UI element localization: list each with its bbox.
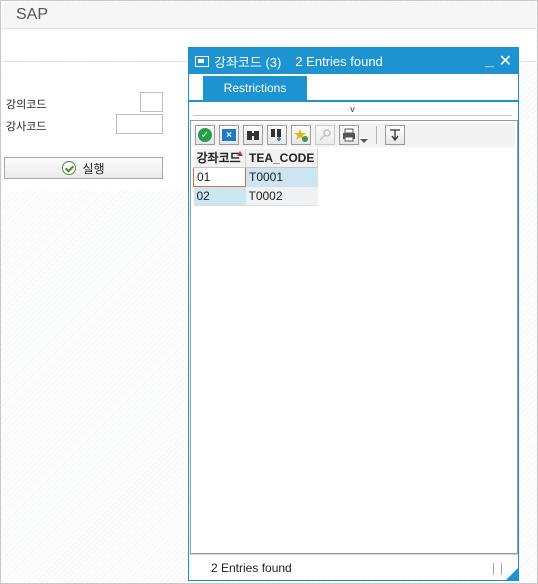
title-bar: SAP	[2, 2, 536, 29]
dialog-header: 강좌코드 (3) 2 Entries found _ ✕	[189, 48, 518, 74]
column-header-label: 강좌코드	[196, 151, 241, 166]
checkmark-icon: ✓	[198, 128, 212, 142]
key-button[interactable]	[315, 125, 335, 145]
app-title: SAP	[16, 6, 49, 23]
status-text: 2 Entries found	[211, 560, 292, 575]
results-table: 강좌코드 TEA_CODE 01 T0001 02 T0002	[193, 149, 319, 206]
instructor-code-input[interactable]	[116, 114, 163, 134]
sum-button[interactable]	[385, 125, 405, 145]
execute-button[interactable]: 실행	[4, 157, 163, 179]
execute-icon	[62, 161, 77, 175]
status-separator	[493, 563, 502, 575]
cancel-button[interactable]: ×	[219, 125, 239, 145]
collapse-toggle[interactable]: v	[193, 104, 512, 116]
confirm-button[interactable]: ✓	[195, 125, 215, 145]
sum-icon	[390, 129, 400, 142]
column-header-course-code[interactable]: 강좌코드	[193, 149, 246, 168]
table-cell[interactable]: T0002	[245, 186, 318, 206]
execute-label: 실행	[82, 161, 105, 176]
print-icon	[343, 128, 355, 142]
table-cell[interactable]: T0001	[245, 167, 318, 187]
find-next-button[interactable]	[267, 125, 287, 145]
lecture-code-label: 강의코드	[6, 99, 47, 111]
find-icon	[247, 131, 259, 140]
table-cell[interactable]: 02	[193, 186, 246, 206]
table-row[interactable]: 02 T0002	[193, 186, 318, 206]
key-icon	[319, 129, 331, 141]
toolbar-separator	[376, 126, 377, 144]
chevron-down-icon: v	[350, 104, 355, 114]
status-bar: 2 Entries found	[189, 554, 518, 580]
table-row[interactable]: 01 T0001	[193, 166, 318, 187]
close-icon[interactable]: ✕	[499, 51, 512, 71]
tab-restrictions[interactable]: Restrictions	[203, 76, 307, 100]
cancel-icon: ×	[222, 129, 236, 141]
add-favorite-button[interactable]	[291, 125, 311, 145]
table-header-row: 강좌코드 TEA_CODE	[193, 149, 319, 168]
sort-ascending-icon	[237, 151, 243, 156]
minimize-icon[interactable]: _	[485, 52, 494, 70]
find-next-icon	[271, 129, 281, 141]
column-header-label: TEA_CODE	[249, 150, 315, 165]
print-button[interactable]	[339, 125, 359, 145]
results-panel: ✓ × 강좌코드 TEA_CODE 01 T0001 02 T0002	[190, 120, 518, 554]
grid-toolbar: ✓ ×	[193, 123, 515, 147]
resize-grip-icon[interactable]	[506, 568, 518, 580]
instructor-code-label: 강사코드	[6, 121, 47, 133]
dialog-window-icon	[195, 55, 209, 67]
dialog-entries-found: 2 Entries found	[295, 53, 383, 69]
find-button[interactable]	[243, 125, 263, 145]
table-cell[interactable]: 01	[193, 166, 246, 187]
column-header-tea-code[interactable]: TEA_CODE	[245, 149, 319, 168]
add-favorite-icon	[294, 129, 308, 142]
lecture-code-input[interactable]	[140, 92, 163, 112]
print-dropdown-caret[interactable]	[360, 139, 368, 143]
value-help-dialog: 강좌코드 (3) 2 Entries found _ ✕ Restriction…	[188, 47, 519, 581]
tab-strip: Restrictions	[189, 74, 518, 102]
dialog-title: 강좌코드 (3)	[214, 54, 282, 70]
